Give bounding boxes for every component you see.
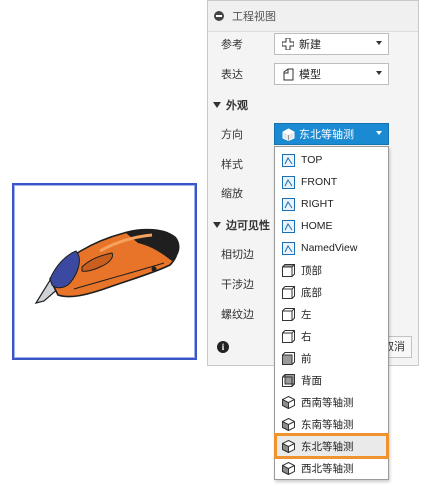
orientation-label: 方向 [221, 129, 243, 141]
cube-left-icon [281, 307, 295, 321]
plus-icon [281, 37, 295, 51]
dropdown-option-nw-iso[interactable]: 西北等轴测 [277, 458, 386, 478]
dropdown-option-right-cube[interactable]: 右 [277, 326, 386, 346]
representation-select[interactable]: 模型 [274, 63, 389, 85]
dropdown-option-label: 西南等轴测 [301, 396, 354, 409]
named-view-icon [281, 219, 295, 233]
named-view-icon [281, 241, 295, 255]
dropdown-option-front-cube[interactable]: 前 [277, 348, 386, 368]
dropdown-option-bottom-cube[interactable]: 底部 [277, 282, 386, 302]
dropdown-option-label: NamedView [301, 242, 358, 254]
isometric-view-icon [281, 395, 295, 409]
dropdown-option-home[interactable]: HOME [277, 216, 386, 236]
chevron-down-icon [376, 41, 382, 45]
isometric-view-icon [281, 461, 295, 475]
interference-edges-label: 干涉边 [221, 279, 254, 291]
dropdown-option-label: 西北等轴测 [301, 462, 354, 475]
dropdown-option-label: 东北等轴测 [301, 440, 354, 453]
isometric-view-icon [281, 127, 295, 141]
info-icon[interactable]: i [217, 341, 229, 353]
expand-triangle-icon [213, 222, 221, 228]
dropdown-option-label: TOP [301, 154, 323, 166]
isometric-view-icon [281, 417, 295, 431]
dropdown-option-top-cube[interactable]: 顶部 [277, 260, 386, 280]
reference-row: 参考 新建 [208, 32, 418, 56]
edge-visibility-section-title: 边可见性 [226, 220, 270, 232]
chevron-down-icon [376, 131, 382, 135]
view-preview[interactable] [12, 183, 197, 360]
reference-label: 参考 [221, 39, 243, 51]
cube-back-icon [281, 373, 295, 387]
reference-select[interactable]: 新建 [274, 33, 389, 55]
dialog-title: 工程视图 [232, 11, 276, 23]
dropdown-option-label: 背面 [301, 374, 322, 387]
dropdown-option-label: 左 [301, 308, 312, 321]
named-view-icon [281, 153, 295, 167]
dropdown-option-label: HOME [301, 220, 333, 232]
orientation-dropdown-list[interactable]: TOP FRONT RIGHT HOME NamedView 顶部 底部 左 右… [274, 146, 389, 480]
dropdown-option-ne-iso[interactable]: 东北等轴测 [274, 433, 389, 459]
dropdown-option-label: 顶部 [301, 264, 322, 277]
style-label: 样式 [221, 159, 243, 171]
appearance-section-title: 外观 [226, 100, 248, 112]
dropdown-option-top[interactable]: TOP [277, 150, 386, 170]
dropdown-option-label: 右 [301, 330, 312, 343]
representation-label: 表达 [221, 69, 243, 81]
cube-bottom-icon [281, 285, 295, 299]
cube-top-icon [281, 263, 295, 277]
dropdown-option-sw-iso[interactable]: 西南等轴测 [277, 392, 386, 412]
cube-front-icon [281, 351, 295, 365]
dropdown-option-label: FRONT [301, 176, 338, 188]
reference-value: 新建 [299, 39, 321, 51]
dropdown-option-label: RIGHT [301, 198, 334, 210]
dropdown-option-back-cube[interactable]: 背面 [277, 370, 386, 390]
expand-triangle-icon [213, 102, 221, 108]
dialog-titlebar: 工程视图 [208, 1, 418, 32]
dropdown-option-se-iso[interactable]: 东南等轴测 [277, 414, 386, 434]
dropdown-option-front[interactable]: FRONT [277, 172, 386, 192]
appearance-section-header[interactable]: 外观 [213, 97, 248, 113]
edge-visibility-section-header[interactable]: 边可见性 [213, 217, 270, 233]
named-view-icon [281, 197, 295, 211]
representation-value: 模型 [299, 69, 321, 81]
orientation-select[interactable]: 东北等轴测 [274, 123, 389, 145]
utility-knife-model-image [34, 228, 180, 304]
orientation-value: 东北等轴测 [299, 129, 354, 141]
orientation-row: 方向 东北等轴测 [208, 122, 418, 146]
dropdown-option-namedview[interactable]: NamedView [277, 238, 386, 258]
representation-row: 表达 模型 [208, 62, 418, 86]
dropdown-option-label: 东南等轴测 [301, 418, 354, 431]
dropdown-option-label: 前 [301, 352, 312, 365]
isometric-view-icon [281, 439, 295, 453]
tangent-edges-label: 相切边 [221, 249, 254, 261]
scale-label: 缩放 [221, 188, 243, 200]
dropdown-option-right[interactable]: RIGHT [277, 194, 386, 214]
dropdown-option-label: 底部 [301, 286, 322, 299]
cube-right-icon [281, 329, 295, 343]
thread-edges-label: 螺纹边 [221, 309, 254, 321]
collapse-icon[interactable] [214, 11, 224, 21]
dropdown-option-left-cube[interactable]: 左 [277, 304, 386, 324]
model-icon [281, 67, 295, 81]
chevron-down-icon [376, 71, 382, 75]
named-view-icon [281, 175, 295, 189]
